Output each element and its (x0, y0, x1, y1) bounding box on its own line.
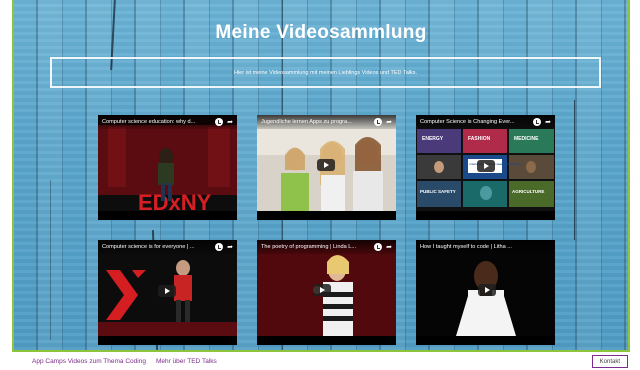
share-icon[interactable]: ➦ (545, 119, 551, 126)
thumb-label: MEDICINE (514, 136, 539, 142)
video-title[interactable]: Computer science education: why d... (102, 119, 212, 125)
contact-button[interactable]: Kontakt (591, 355, 628, 368)
video-player[interactable]: The poetry of programming | Linda L... ➦ (257, 240, 396, 345)
thumb-label: FASHION (468, 136, 491, 142)
video-player[interactable]: Computer science is for everyone | ... ➦ (98, 240, 237, 345)
video-title-bar: Computer science education: why d... ➦ (98, 115, 237, 129)
page-title: Meine Videosammlung (215, 22, 427, 43)
watch-later-icon[interactable] (374, 118, 383, 126)
video-title-bar: How I taught myself to code | Litha ... (416, 240, 555, 254)
watch-later-icon[interactable] (215, 118, 224, 126)
thumb-label: AGRICULTURE (512, 189, 544, 194)
play-button[interactable] (158, 285, 176, 297)
share-icon[interactable]: ➦ (386, 244, 392, 251)
wood-crack-decoration (574, 100, 575, 240)
video-player[interactable]: EDxNY Computer science education: why d.… (98, 115, 237, 220)
share-icon[interactable]: ➦ (227, 244, 233, 251)
video-title-bar: Jugendliche lernen Apps zu progra... ➦ (257, 115, 396, 129)
video-title[interactable]: Computer science is for everyone | ... (102, 244, 212, 250)
intro-box: Hier ist meine Videosammlung mit meinen … (50, 57, 601, 88)
play-button[interactable] (478, 284, 496, 296)
footer: App Camps Videos zum Thema Coding Mehr ü… (0, 352, 640, 370)
video-player[interactable]: How I taught myself to code | Litha ... (416, 240, 555, 345)
watch-later-icon[interactable] (374, 243, 383, 251)
play-button[interactable] (317, 159, 335, 171)
intro-text: Hier ist meine Videosammlung mit meinen … (233, 69, 418, 76)
footer-link-ted-talks[interactable]: Mehr über TED Talks (156, 358, 217, 365)
video-title[interactable]: The poetry of programming | Linda L... (261, 244, 371, 250)
video-player[interactable]: Jugendliche lernen Apps zu progra... ➦ (257, 115, 396, 220)
play-button[interactable] (313, 284, 331, 296)
watch-later-icon[interactable] (533, 118, 542, 126)
video-thumbnail: EDxNY (98, 115, 237, 211)
footer-link-app-camps[interactable]: App Camps Videos zum Thema Coding (32, 358, 146, 365)
wood-crack-decoration (50, 180, 51, 340)
video-title-bar: The poetry of programming | Linda L... ➦ (257, 240, 396, 254)
thumb-label: PUBLIC SAFETY (420, 189, 456, 194)
video-title[interactable]: Jugendliche lernen Apps zu progra... (261, 119, 371, 125)
thumb-label: ENERGY (422, 136, 444, 142)
watch-later-icon[interactable] (215, 243, 224, 251)
share-icon[interactable]: ➦ (227, 119, 233, 126)
video-title[interactable]: Computer Science is Changing Ever... (420, 119, 530, 125)
video-title[interactable]: How I taught myself to code | Litha ... (420, 244, 551, 250)
main-content-area: Meine Videosammlung Hier ist meine Video… (12, 0, 630, 352)
video-player[interactable]: ENERGY FASHION MEDICINE COMPUTER SCIENCE… (416, 115, 555, 220)
svg-text:EDxNY: EDxNY (138, 190, 212, 211)
share-icon[interactable]: ➦ (386, 119, 392, 126)
play-button[interactable] (477, 160, 495, 172)
video-title-bar: Computer Science is Changing Ever... ➦ (416, 115, 555, 129)
video-title-bar: Computer science is for everyone | ... ➦ (98, 240, 237, 254)
